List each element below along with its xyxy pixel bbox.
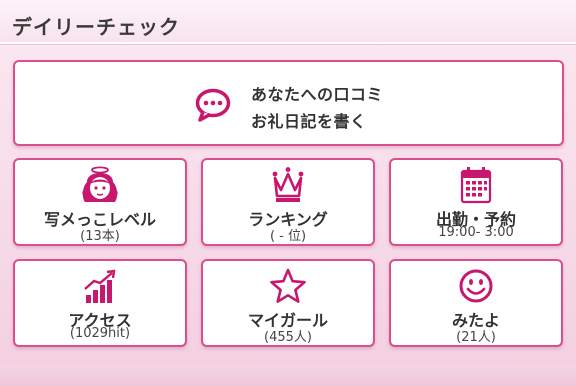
footer-strip bbox=[0, 366, 576, 386]
ranking-tile[interactable]: ランキング ( - 位) bbox=[201, 158, 375, 246]
access-tile[interactable]: アクセス (1029hit) bbox=[13, 259, 187, 347]
tile-rank: ( - 位) bbox=[269, 229, 307, 244]
my-girl-tile[interactable]: マイガール (455人) bbox=[201, 259, 375, 347]
bar-chart-icon bbox=[84, 269, 116, 303]
header-bar: デイリーチェック bbox=[0, 0, 576, 44]
calendar-icon bbox=[460, 167, 492, 204]
kuchikomi-button[interactable]: あなたへの口コミ お礼日記を書く bbox=[13, 60, 564, 146]
daily-check-screen: { "header": { "title": "デイリーチェック" }, "co… bbox=[0, 0, 576, 386]
star-icon bbox=[270, 268, 306, 303]
tile-count: (21人) bbox=[456, 330, 496, 345]
kuchikomi-label: あなたへの口コミ bbox=[251, 85, 384, 104]
shame-level-tile[interactable]: 写メっこレベル (13本) bbox=[13, 158, 187, 246]
mitayo-tile[interactable]: みたよ (21人) bbox=[389, 259, 563, 347]
speech-bubble-icon bbox=[195, 88, 231, 122]
page-title: デイリーチェック bbox=[12, 15, 180, 39]
crown-icon bbox=[272, 167, 304, 202]
tile-hits: (1029hit) bbox=[69, 326, 131, 341]
schedule-tile[interactable]: 出勤・予約 19:00- 3:00 bbox=[389, 158, 563, 246]
thanks-diary-label: お礼日記を書く bbox=[251, 112, 367, 131]
tile-count: (13本) bbox=[80, 229, 120, 244]
tile-time: 19:00- 3:00 bbox=[438, 225, 514, 240]
smiley-icon bbox=[459, 269, 493, 303]
tile-count: (455人) bbox=[264, 330, 312, 345]
angel-girl-icon bbox=[82, 166, 118, 202]
